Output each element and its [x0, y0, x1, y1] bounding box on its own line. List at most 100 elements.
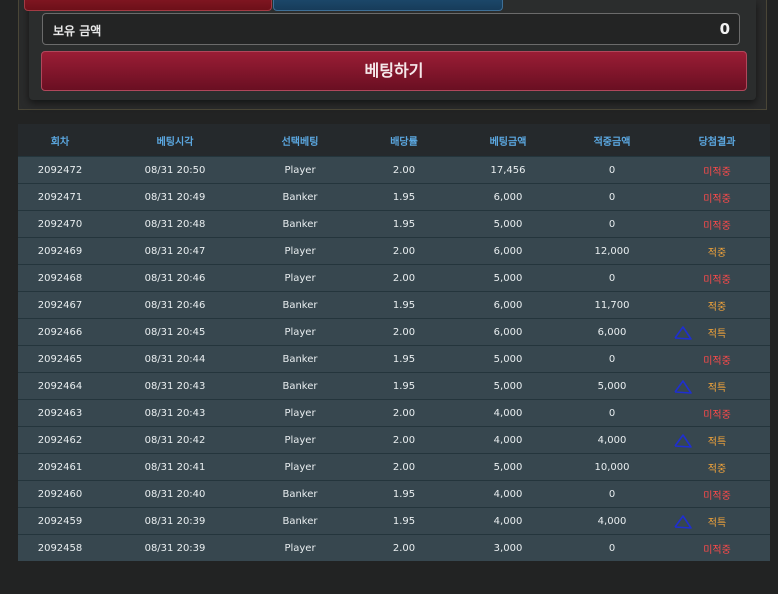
pick-cell: Banker	[248, 210, 352, 238]
result-label: 미적중	[703, 166, 731, 178]
result-label: 적특	[707, 517, 727, 529]
result-cell: 미적중	[664, 210, 770, 238]
bet-history-table: 회차 베팅시각 선택베팅 배당률 베팅금액 적중금액 당첨결과 2092472 0…	[18, 124, 770, 561]
win-amount-cell: 0	[560, 534, 664, 561]
pick-cell: Banker	[248, 291, 352, 319]
result-label: 적중	[707, 301, 727, 313]
round-cell: 2092469	[18, 237, 102, 265]
bet-amount-cell: 4,000	[456, 480, 560, 508]
odds-cell: 1.95	[352, 372, 456, 400]
header-pick: 선택베팅	[248, 124, 352, 157]
odds-cell: 2.00	[352, 264, 456, 292]
header-win-amount: 적중금액	[560, 124, 664, 157]
odds-cell: 2.00	[352, 453, 456, 481]
banker-pick-button[interactable]	[273, 0, 503, 11]
round-cell: 2092465	[18, 345, 102, 373]
odds-cell: 2.00	[352, 156, 456, 184]
result-label: 적특	[707, 328, 727, 340]
round-cell: 2092467	[18, 291, 102, 319]
result-cell: 미적중	[664, 534, 770, 561]
bet-amount-cell: 6,000	[456, 318, 560, 346]
round-cell: 2092466	[18, 318, 102, 346]
header-round: 회차	[18, 124, 102, 157]
table-row: 2092469 08/31 20:47 Player 2.00 6,000 12,000 적…	[18, 237, 770, 265]
result-label: 적중	[707, 463, 727, 475]
result-label: 미적중	[703, 274, 731, 286]
round-cell: 2092468	[18, 264, 102, 292]
win-amount-cell: 0	[560, 345, 664, 373]
bet-amount-cell: 17,456	[456, 156, 560, 184]
win-amount-cell: 10,000	[560, 453, 664, 481]
result-label: 미적중	[703, 490, 731, 502]
bet-amount-cell: 4,000	[456, 399, 560, 427]
win-amount-cell: 0	[560, 264, 664, 292]
win-amount-cell: 4,000	[560, 507, 664, 535]
bet-amount-cell: 5,000	[456, 264, 560, 292]
time-cell: 08/31 20:46	[102, 264, 248, 292]
time-cell: 08/31 20:45	[102, 318, 248, 346]
odds-cell: 2.00	[352, 318, 456, 346]
pick-cell: Banker	[248, 345, 352, 373]
pick-cell: Player	[248, 453, 352, 481]
time-cell: 08/31 20:49	[102, 183, 248, 211]
round-cell: 2092461	[18, 453, 102, 481]
odds-cell: 2.00	[352, 399, 456, 427]
odds-cell: 2.00	[352, 534, 456, 561]
hand-drawn-triangle-icon	[674, 515, 692, 529]
table-row: 2092460 08/31 20:40 Banker 1.95 4,000 0 미적중	[18, 480, 770, 508]
result-cell: 적특	[664, 426, 770, 454]
round-cell: 2092458	[18, 534, 102, 561]
odds-cell: 1.95	[352, 183, 456, 211]
result-label: 미적중	[703, 355, 731, 367]
time-cell: 08/31 20:39	[102, 507, 248, 535]
win-amount-cell: 0	[560, 210, 664, 238]
header-result: 당첨결과	[664, 124, 770, 157]
place-bet-button[interactable]: 베팅하기	[41, 51, 747, 91]
table-row: 2092471 08/31 20:49 Banker 1.95 6,000 0 미적중	[18, 183, 770, 211]
odds-cell: 1.95	[352, 507, 456, 535]
bet-amount-cell: 3,000	[456, 534, 560, 561]
result-cell: 미적중	[664, 480, 770, 508]
result-cell: 미적중	[664, 264, 770, 292]
time-cell: 08/31 20:44	[102, 345, 248, 373]
bet-amount-cell: 6,000	[456, 291, 560, 319]
win-amount-cell: 0	[560, 480, 664, 508]
bet-amount-cell: 6,000	[456, 183, 560, 211]
hand-drawn-triangle-icon	[674, 380, 692, 394]
table-header-row: 회차 베팅시각 선택베팅 배당률 베팅금액 적중금액 당첨결과	[18, 124, 770, 157]
round-cell: 2092471	[18, 183, 102, 211]
pick-cell: Player	[248, 237, 352, 265]
result-label: 미적중	[703, 193, 731, 205]
pick-cell: Player	[248, 399, 352, 427]
pick-cell: Player	[248, 534, 352, 561]
table-row: 2092467 08/31 20:46 Banker 1.95 6,000 11,700 적…	[18, 291, 770, 319]
odds-cell: 2.00	[352, 426, 456, 454]
pick-cell: Banker	[248, 183, 352, 211]
win-amount-cell: 5,000	[560, 372, 664, 400]
table-row: 2092461 08/31 20:41 Player 2.00 5,000 10,000 적…	[18, 453, 770, 481]
round-cell: 2092463	[18, 399, 102, 427]
time-cell: 08/31 20:42	[102, 426, 248, 454]
player-pick-button[interactable]	[24, 0, 272, 11]
result-cell: 미적중	[664, 399, 770, 427]
result-cell: 적중	[664, 453, 770, 481]
time-cell: 08/31 20:41	[102, 453, 248, 481]
result-label: 적특	[707, 436, 727, 448]
result-cell: 적중	[664, 291, 770, 319]
hand-drawn-triangle-icon	[674, 326, 692, 340]
pick-cell: Player	[248, 264, 352, 292]
table-row: 2092468 08/31 20:46 Player 2.00 5,000 0 미적중	[18, 264, 770, 292]
table-row: 2092464 08/31 20:43 Banker 1.95 5,000 5,000 적특	[18, 372, 770, 400]
odds-cell: 2.00	[352, 237, 456, 265]
table-row: 2092465 08/31 20:44 Banker 1.95 5,000 0 미적중	[18, 345, 770, 373]
round-cell: 2092472	[18, 156, 102, 184]
odds-cell: 1.95	[352, 480, 456, 508]
table-row: 2092466 08/31 20:45 Player 2.00 6,000 6,000 적특	[18, 318, 770, 346]
round-cell: 2092462	[18, 426, 102, 454]
win-amount-cell: 6,000	[560, 318, 664, 346]
result-cell: 적특	[664, 372, 770, 400]
bet-amount-cell: 5,000	[456, 210, 560, 238]
result-cell: 적중	[664, 237, 770, 265]
win-amount-cell: 0	[560, 183, 664, 211]
header-odds: 배당률	[352, 124, 456, 157]
